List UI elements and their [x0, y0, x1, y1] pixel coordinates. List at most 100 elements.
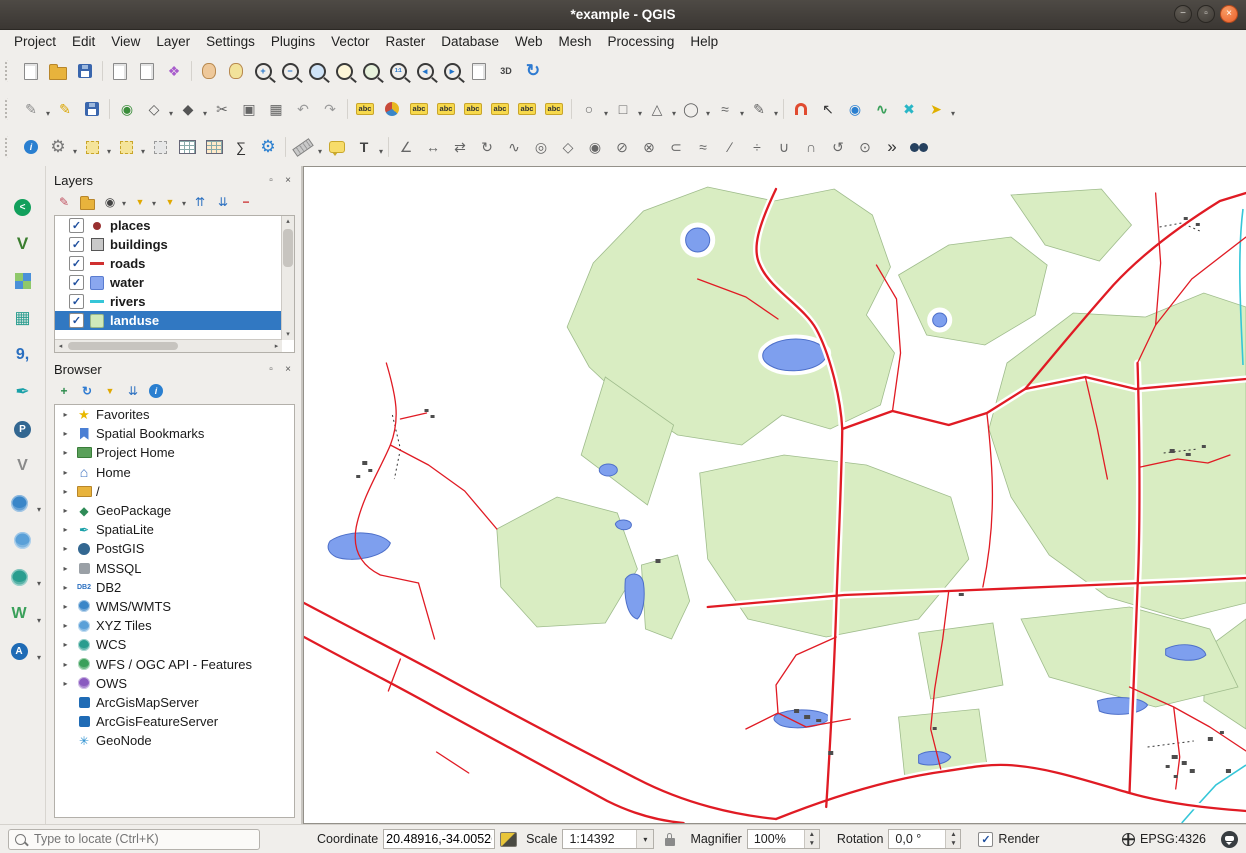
style-manager-button[interactable]: ❖ [161, 58, 187, 84]
expand-arrow-icon[interactable]: ▸ [59, 487, 72, 496]
measure-button[interactable] [290, 134, 316, 160]
rotation-spinner[interactable]: 0,0 ° [888, 829, 961, 849]
highlight-pinned-labels-button[interactable]: abc [433, 96, 459, 122]
move-feature-button[interactable]: ↔ [420, 134, 446, 160]
extents-toggle-button[interactable] [500, 832, 517, 847]
browser-item[interactable]: ▸ ◆ GeoPackage [55, 501, 294, 520]
add-part-button[interactable]: ◇ [555, 134, 581, 160]
chevron-down-icon[interactable] [636, 830, 653, 848]
zoom-to-layer-button[interactable] [358, 58, 384, 84]
new-project-button[interactable] [18, 58, 44, 84]
layer-item[interactable]: ✓ rivers [55, 292, 294, 311]
close-button[interactable]: × [1220, 5, 1238, 23]
pan-map-button[interactable] [196, 58, 222, 84]
add-postgis-layer-button[interactable]: P [7, 414, 39, 444]
rotate-feature-button[interactable]: ↻ [474, 134, 500, 160]
manage-map-themes-button[interactable]: ◉ [100, 192, 120, 212]
panel-close-button[interactable]: × [281, 362, 295, 376]
menu-project[interactable]: Project [6, 32, 64, 51]
expand-arrow-icon[interactable]: ▸ [59, 564, 72, 573]
menu-mesh[interactable]: Mesh [551, 32, 600, 51]
data-source-manager-button[interactable]: < [7, 192, 39, 222]
spinner-arrows[interactable] [945, 830, 960, 848]
layer-checkbox[interactable]: ✓ [69, 313, 84, 328]
browser-item[interactable]: ▸ XYZ Tiles [55, 616, 294, 635]
coordinate-input[interactable] [383, 829, 495, 849]
save-project-button[interactable] [72, 58, 98, 84]
search-features-button[interactable] [906, 134, 932, 160]
move-label-button[interactable]: abc [487, 96, 513, 122]
menu-database[interactable]: Database [433, 32, 507, 51]
run-feature-action-button[interactable]: ⚙ [45, 134, 71, 160]
split-features-button[interactable]: ∕ [717, 134, 743, 160]
zoom-out-button[interactable]: − [277, 58, 303, 84]
layer-item[interactable]: ✓ landuse [55, 311, 294, 330]
filter-browser-button[interactable]: ▼ [100, 381, 120, 401]
select-features-by-value-button[interactable] [113, 134, 139, 160]
annotation-tools-button[interactable]: ✎ [746, 96, 772, 122]
pan-to-selection-button[interactable] [223, 58, 249, 84]
expand-arrow-icon[interactable]: ▸ [59, 544, 72, 553]
open-project-button[interactable] [45, 58, 71, 84]
expand-arrow-icon[interactable]: ▸ [59, 583, 72, 592]
zoom-in-button[interactable]: + [250, 58, 276, 84]
titlebar[interactable]: *example - QGIS −▫× [0, 0, 1246, 30]
pin-labels-button[interactable]: abc [406, 96, 432, 122]
rectangle-digitize-button[interactable]: □ [610, 96, 636, 122]
add-virtual-layer-button[interactable]: V [7, 451, 39, 481]
layer-checkbox[interactable]: ✓ [69, 294, 84, 309]
add-delimited-text-layer-button[interactable]: 9, [7, 340, 39, 370]
cut-features-button[interactable]: ✂ [209, 96, 235, 122]
select-vertex-cursor-button[interactable]: ↖ [815, 96, 841, 122]
new-print-layout-button[interactable] [107, 58, 133, 84]
zoom-full-button[interactable] [304, 58, 330, 84]
rotate-label-button[interactable]: abc [514, 96, 540, 122]
save-layer-edits-button[interactable] [79, 96, 105, 122]
map-canvas[interactable] [303, 166, 1246, 824]
regular-polygon-digitize-button[interactable]: △ [644, 96, 670, 122]
expand-arrow-icon[interactable]: ▸ [59, 621, 72, 630]
menu-view[interactable]: View [103, 32, 148, 51]
layer-item[interactable]: ✓ buildings [55, 235, 294, 254]
minimize-button[interactable]: − [1174, 5, 1192, 23]
menu-settings[interactable]: Settings [198, 32, 263, 51]
expand-arrow-icon[interactable]: ▸ [59, 602, 72, 611]
snapping-options-button[interactable] [788, 96, 814, 122]
layers-vertical-scrollbar[interactable] [281, 216, 294, 340]
browser-item[interactable]: ▸ ⌂ Home [55, 463, 294, 482]
open-layer-styling-button[interactable]: ✎ [54, 192, 74, 212]
fill-ring-button[interactable]: ◉ [582, 134, 608, 160]
expand-arrow-icon[interactable]: ▸ [59, 429, 72, 438]
browser-item[interactable]: ▸ WFS / OGC API - Features [55, 654, 294, 673]
delete-ring-button[interactable]: ⊘ [609, 134, 635, 160]
expand-arrow-icon[interactable]: ▸ [59, 468, 72, 477]
spinner-arrows[interactable] [804, 830, 819, 848]
vertex-tool-all-layers-button[interactable]: ◇ [141, 96, 167, 122]
add-ring-button[interactable]: ◎ [528, 134, 554, 160]
browser-item[interactable]: ✳ GeoNode [55, 731, 294, 750]
expand-arrow-icon[interactable]: ▸ [59, 679, 72, 688]
layer-item[interactable]: ✓ roads [55, 254, 294, 273]
field-calculator-button[interactable] [201, 134, 227, 160]
crs-status-button[interactable]: EPSG:4326 [1122, 832, 1206, 846]
render-checkbox[interactable]: ✓ [978, 832, 993, 847]
browser-item[interactable]: ▸ DB2 DB2 [55, 578, 294, 597]
menu-raster[interactable]: Raster [377, 32, 433, 51]
menu-processing[interactable]: Processing [600, 32, 683, 51]
menu-web[interactable]: Web [507, 32, 551, 51]
redo-button[interactable]: ↷ [317, 96, 343, 122]
add-wfs-layer-button[interactable]: W [3, 599, 35, 629]
panel-float-button[interactable]: ▫ [264, 173, 278, 187]
browser-properties-button[interactable]: i [146, 381, 166, 401]
browser-item[interactable]: ▸ WMS/WMTS [55, 597, 294, 616]
refresh-map-button[interactable]: ↻ [520, 58, 546, 84]
processing-toolbox-button[interactable]: ⚙ [255, 134, 281, 160]
vertex-tool-button[interactable]: ◆ [175, 96, 201, 122]
change-label-properties-button[interactable]: abc [541, 96, 567, 122]
browser-item[interactable]: ▸ WCS [55, 635, 294, 654]
enable-tracing-button[interactable]: ∿ [869, 96, 895, 122]
browser-item[interactable]: ▸ OWS [55, 674, 294, 693]
layer-diagram-button[interactable] [379, 96, 405, 122]
add-group-button[interactable] [77, 192, 97, 212]
refresh-browser-button[interactable]: ↻ [77, 381, 97, 401]
